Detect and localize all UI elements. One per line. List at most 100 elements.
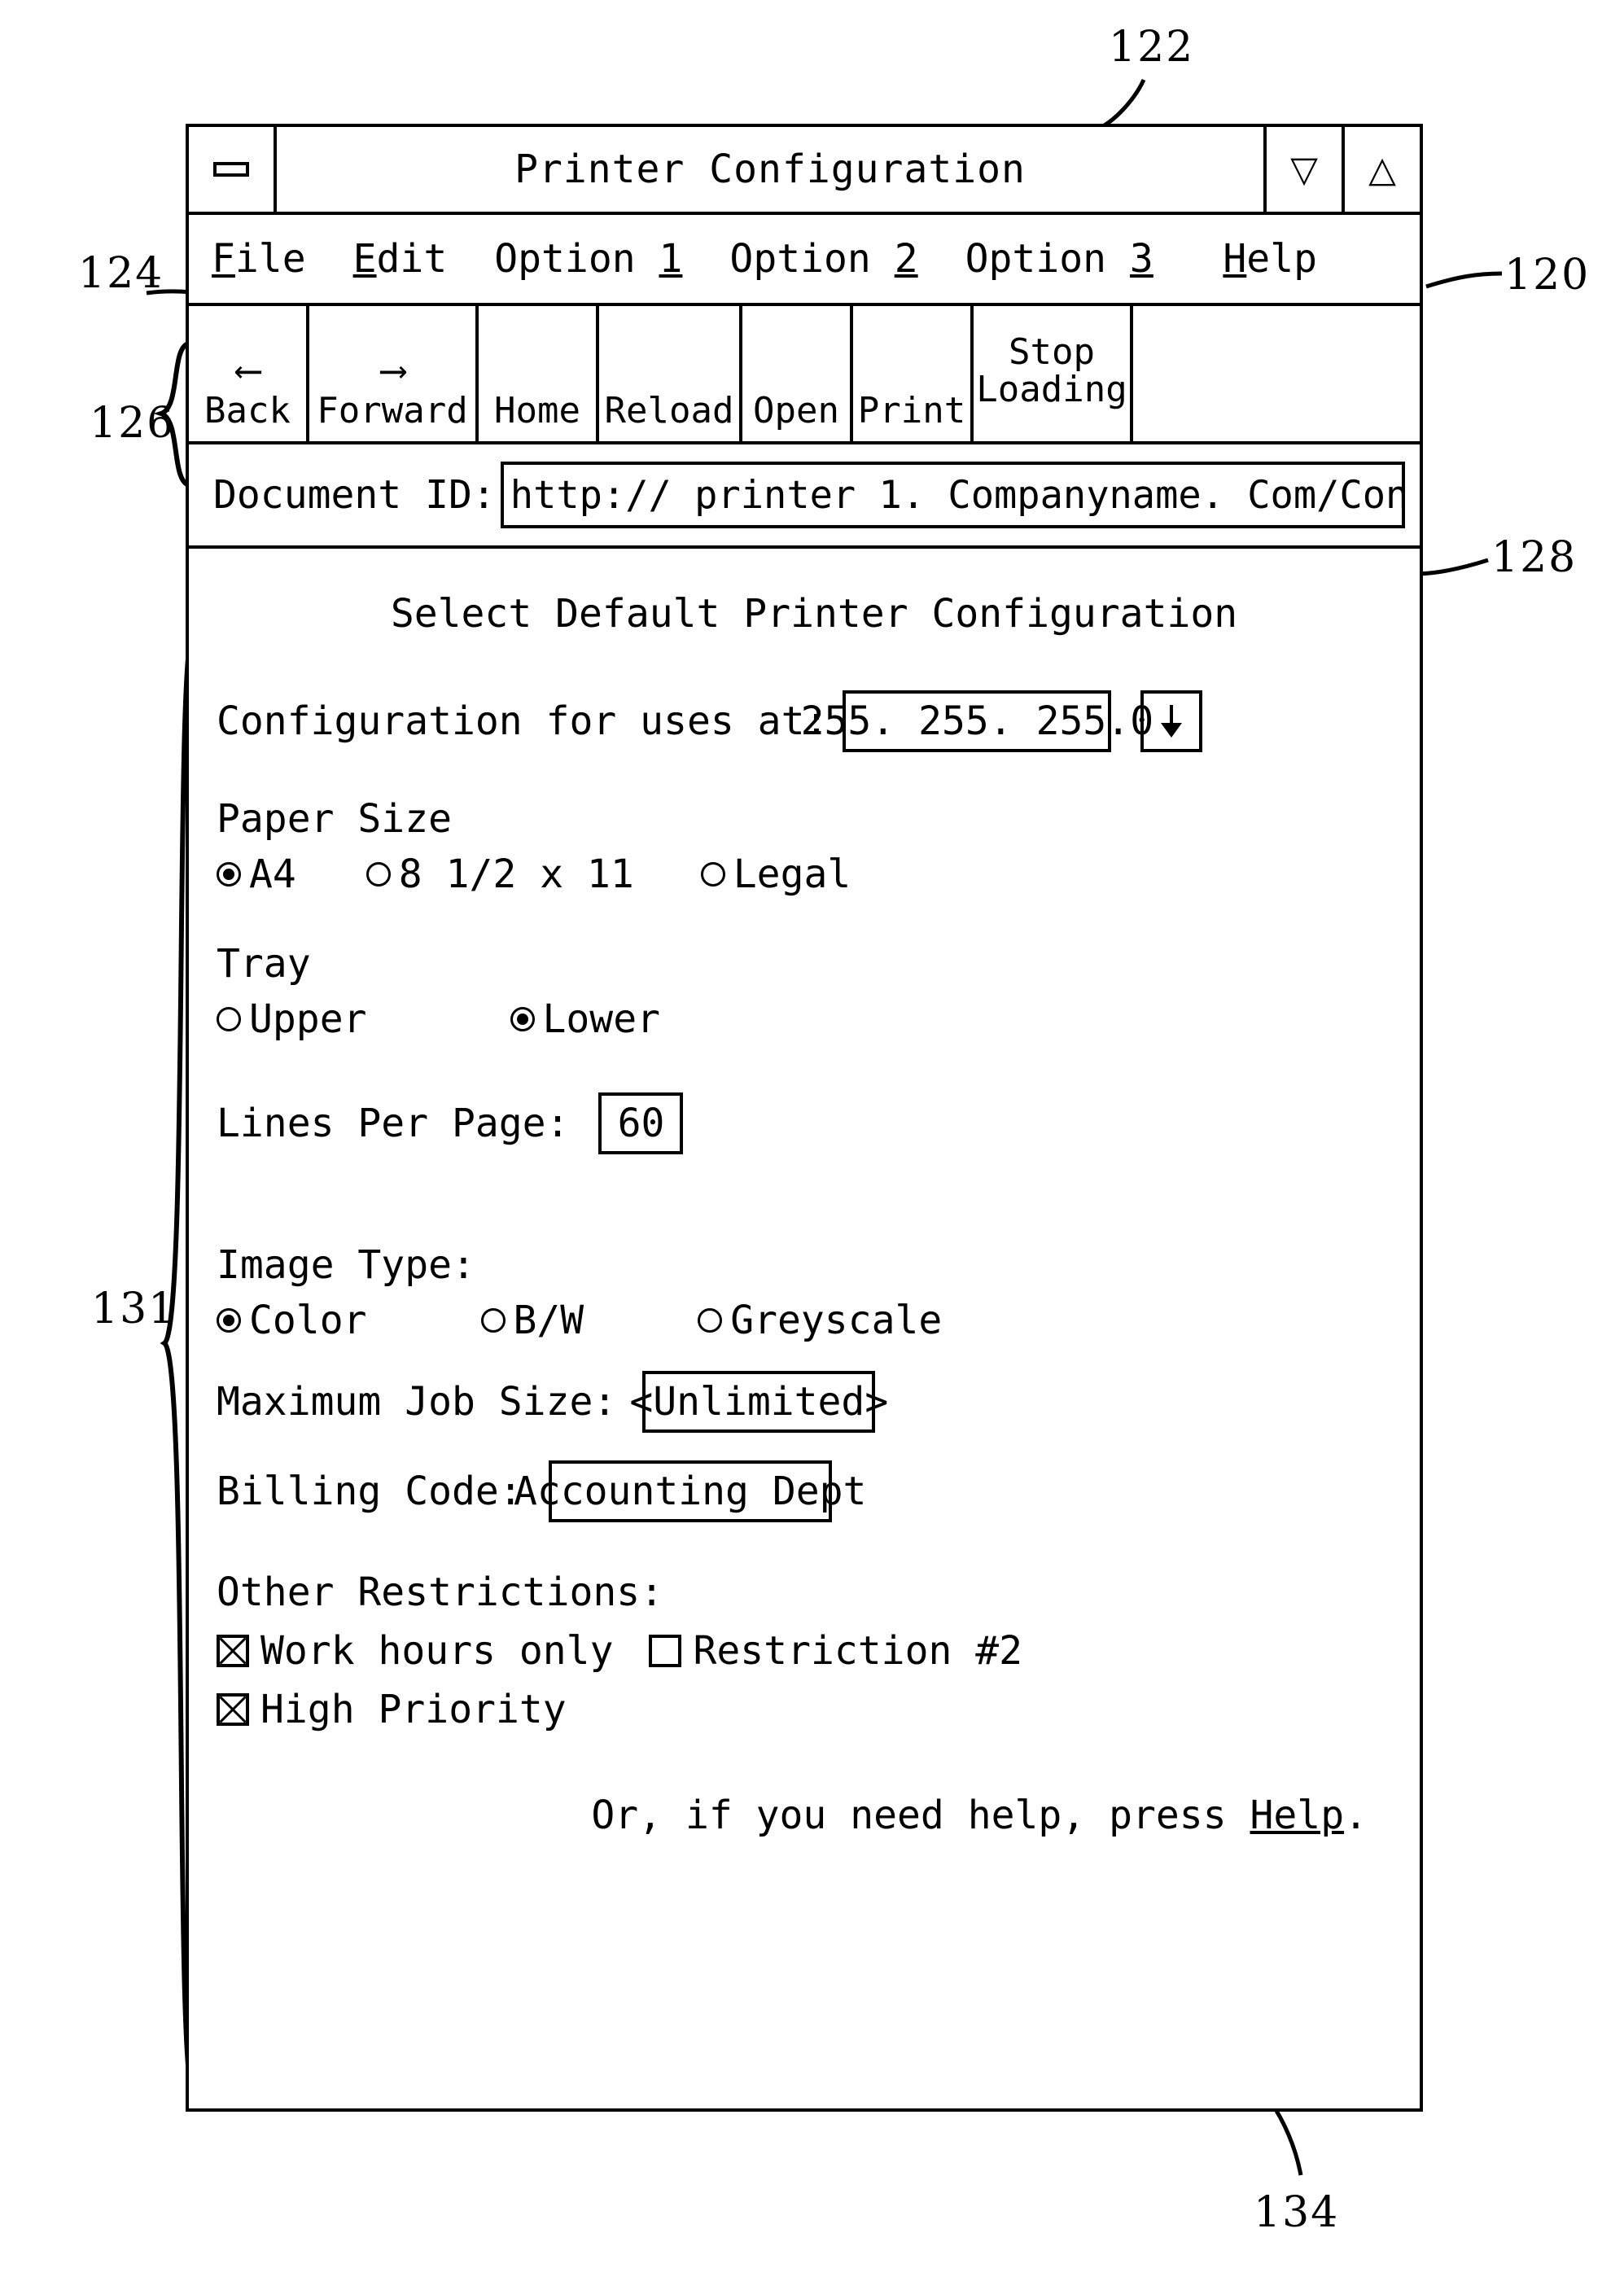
configuration-for-input[interactable]: 255. 255. 255.0 (801, 690, 1153, 752)
menu-file-mnemonic: F (212, 236, 235, 282)
configuration-for-label: Configuration for uses at: (217, 698, 829, 744)
radio-paper-size-legal[interactable]: Legal (700, 852, 851, 897)
minimize-button[interactable] (189, 127, 277, 212)
help-hint-prefix: Or, if you need help, press (591, 1793, 1250, 1838)
billing-code-row: Billing Code: Accounting Dept (217, 1460, 1395, 1522)
toolbar-button-back[interactable]: ⟵ Back (189, 306, 309, 441)
radio-image-type-greyscale[interactable]: Greyscale (698, 1298, 942, 1343)
radio-icon-unselected (698, 1308, 723, 1333)
paper-size-label: Paper Size (217, 796, 452, 842)
help-hint-text: Or, if you need help, press Help. (217, 1793, 1395, 1838)
max-job-size-label: Maximum Job Size: (217, 1379, 617, 1425)
other-restrictions-row-1: Work hours only Restriction #2 (217, 1628, 1395, 1674)
radio-image-type-bw[interactable]: B/W (480, 1298, 584, 1343)
ref-numeral-120: 120 (1504, 251, 1591, 300)
configuration-for-row: Configuration for uses at: 255. 255. 255… (217, 690, 1395, 752)
ref-numeral-128: 128 (1491, 533, 1578, 582)
triangle-down-icon: ▽ (1290, 148, 1318, 190)
radio-image-type-color[interactable]: Color (217, 1298, 367, 1343)
radio-icon-unselected (700, 862, 725, 887)
menu-bar: File Edit Option 1 Option 2 Option 3 Hel… (189, 215, 1420, 306)
toolbar-button-print[interactable]: Print (853, 306, 974, 441)
radio-image-type-color-label: Color (249, 1298, 367, 1343)
window-title: Printer Configuration (514, 147, 1026, 192)
billing-code-label: Billing Code: (217, 1469, 523, 1514)
document-id-label: Document ID: (213, 472, 496, 518)
radio-icon-selected (217, 862, 241, 887)
triangle-up-icon: △ (1368, 148, 1396, 190)
radio-paper-size-letter-label: 8 1/2 x 11 (398, 852, 634, 897)
printer-configuration-window: Printer Configuration ▽ △ File Edit Opti… (186, 124, 1423, 2112)
lines-per-page-input[interactable]: 60 (598, 1092, 684, 1154)
toolbar-back-label: Back (204, 390, 291, 432)
radio-tray-upper[interactable]: Upper (217, 996, 367, 1042)
menu-item-option-1[interactable]: Option 1 (494, 236, 682, 282)
max-job-size-input[interactable]: <Unlimited> (629, 1371, 888, 1433)
ref-numeral-124: 124 (78, 249, 164, 298)
max-job-size-row: Maximum Job Size: <Unlimited> (217, 1371, 1395, 1433)
checkbox-work-hours-only[interactable]: Work hours only (217, 1628, 613, 1674)
menu-edit-mnemonic: E (352, 236, 377, 282)
menu-option1-pre: Option (494, 236, 659, 282)
menu-item-option-2[interactable]: Option 2 (729, 236, 917, 282)
menu-item-edit[interactable]: Edit (353, 236, 448, 282)
toolbar-button-open[interactable]: Open (742, 306, 853, 441)
radio-image-type-bw-label: B/W (513, 1298, 584, 1343)
checkbox-work-hours-only-label: Work hours only (260, 1628, 614, 1674)
menu-item-option-3[interactable]: Option 3 (965, 236, 1153, 282)
other-restrictions-row-2: High Priority (217, 1687, 1395, 1732)
radio-paper-size-letter[interactable]: 8 1/2 x 11 (366, 852, 634, 897)
radio-tray-lower[interactable]: Lower (510, 996, 661, 1042)
checkbox-checked-icon (217, 1635, 249, 1667)
toolbar-button-stop-loading[interactable]: Stop Loading (974, 306, 1133, 441)
radio-icon-unselected (366, 862, 391, 887)
menu-option2-pre: Option (729, 236, 895, 282)
toolbar-button-reload[interactable]: Reload (599, 306, 742, 441)
content-pane: Select Default Printer Configuration Con… (189, 549, 1420, 1838)
toolbar-reload-label: Reload (604, 390, 734, 432)
lines-per-page-row: Lines Per Page: 60 (217, 1092, 1395, 1154)
arrow-right-icon: ⟶ (382, 348, 405, 392)
toolbar-stop-label-line1: Stop (1009, 331, 1095, 373)
image-type-radio-group: Color B/W Greyscale (217, 1298, 1395, 1343)
image-type-label: Image Type: (217, 1242, 475, 1288)
checkbox-high-priority-label: High Priority (260, 1687, 567, 1732)
checkbox-high-priority[interactable]: High Priority (217, 1687, 567, 1732)
title-bar: Printer Configuration ▽ △ (189, 127, 1420, 215)
toolbar-button-home[interactable]: Home (479, 306, 599, 441)
radio-icon-unselected (480, 1308, 506, 1333)
configuration-for-dropdown-button[interactable] (1140, 690, 1203, 752)
tray-radio-group: Upper Lower (217, 996, 1395, 1042)
radio-image-type-greyscale-label: Greyscale (730, 1298, 943, 1343)
menu-option3-mnemonic: 3 (1129, 236, 1153, 282)
restore-down-button[interactable]: ▽ (1263, 127, 1342, 212)
maximize-button[interactable]: △ (1342, 127, 1420, 212)
help-hint-suffix: . (1344, 1793, 1368, 1838)
toolbar-forward-label: Forward (317, 390, 468, 432)
menu-option2-mnemonic: 2 (894, 236, 918, 282)
radio-tray-upper-label: Upper (249, 996, 367, 1042)
menu-item-help[interactable]: Help (1223, 236, 1317, 282)
menu-edit-post: dit (376, 236, 448, 282)
menu-file-post: ile (234, 236, 306, 282)
radio-icon-selected (217, 1308, 241, 1333)
menu-item-file[interactable]: File (212, 236, 306, 282)
radio-icon-selected (510, 1007, 535, 1031)
toolbar: ⟵ Back ⟶ Forward Home Reload Open Print … (189, 306, 1420, 444)
document-id-input[interactable]: http:// printer 1. Companyname. Com/Conf… (500, 462, 1405, 528)
toolbar-home-label: Home (494, 390, 580, 432)
radio-tray-lower-label: Lower (542, 996, 661, 1042)
checkbox-checked-icon (217, 1693, 249, 1726)
checkbox-unchecked-icon (649, 1635, 682, 1667)
menu-option3-pre: Option (965, 236, 1130, 282)
checkbox-restriction-2[interactable]: Restriction #2 (649, 1628, 1022, 1674)
toolbar-stop-label-line2: Loading (976, 369, 1127, 410)
arrow-down-icon (1161, 723, 1183, 738)
billing-code-input[interactable]: Accounting Dept (514, 1460, 866, 1522)
minimize-icon (213, 162, 249, 177)
toolbar-button-forward[interactable]: ⟶ Forward (309, 306, 479, 441)
menu-help-post: elp (1246, 236, 1317, 282)
radio-paper-size-a4[interactable]: A4 (217, 852, 296, 897)
checkbox-restriction-2-label: Restriction #2 (693, 1628, 1023, 1674)
help-link[interactable]: Help (1250, 1793, 1345, 1838)
